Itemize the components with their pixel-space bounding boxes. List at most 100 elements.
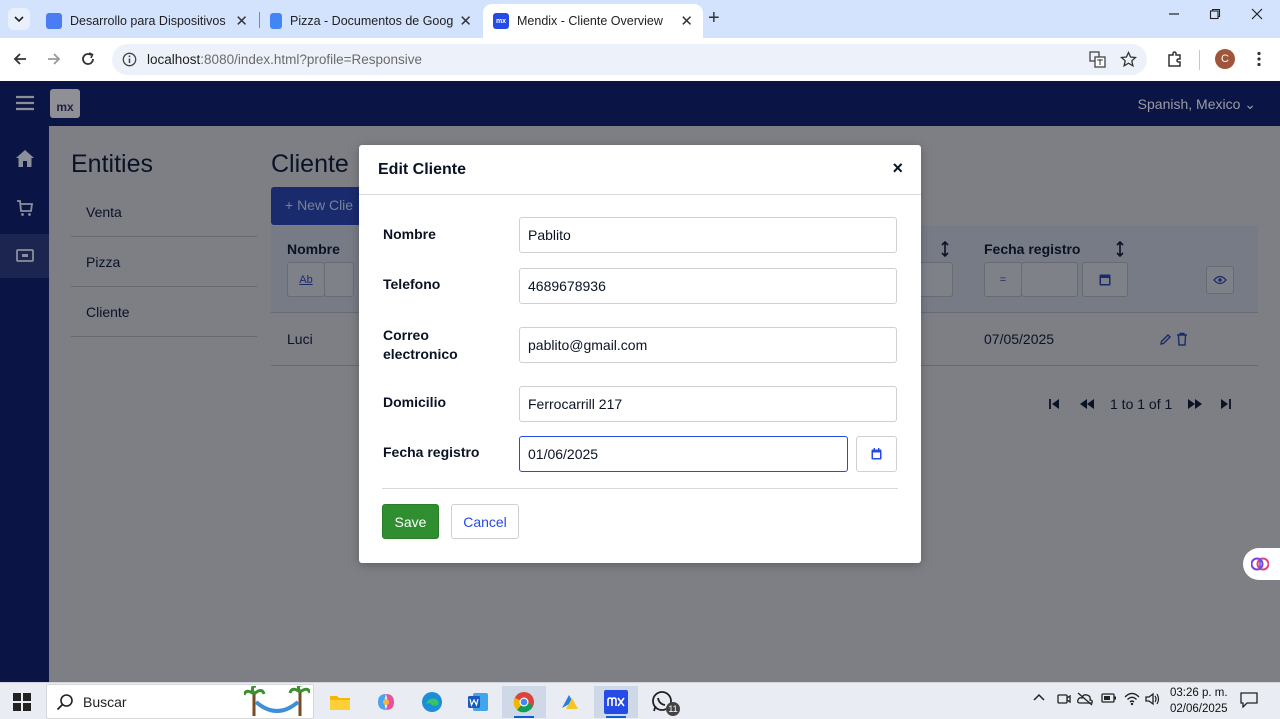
minimize-icon[interactable] [1168,8,1180,20]
cell-nombre: Luci [287,331,313,347]
filter-type-label: Ab [299,273,313,286]
correo-electronico-input[interactable] [519,327,897,363]
wifi-icon[interactable] [1124,692,1140,706]
close-window-icon[interactable] [1251,8,1263,20]
show-hidden-icons-chevron-icon[interactable] [1033,692,1045,704]
language-selector[interactable]: Spanish, Mexico ⌄ [1138,96,1256,113]
edit-pencil-icon[interactable] [1159,333,1172,346]
tab-pizza-docs[interactable]: Pizza - Documentos de Google ✕ [260,4,482,38]
file-explorer-icon[interactable] [318,686,362,718]
volume-icon[interactable] [1145,692,1161,706]
nombre-filter-input[interactable] [324,262,354,297]
tab-desarrollo[interactable]: Desarrollo para Dispositivos Int ✕ [36,4,258,38]
sort-icon[interactable] [1115,241,1125,257]
translate-icon[interactable] [1089,51,1106,68]
chrome-icon[interactable] [502,686,546,718]
label-correo-electronico: Correo electronico [383,327,458,362]
tab-search-button[interactable] [8,8,30,30]
cart-icon[interactable] [0,186,49,230]
next-page-icon[interactable] [1187,398,1203,410]
first-page-icon[interactable] [1049,398,1060,410]
whatsapp-icon[interactable]: 11 [640,686,684,718]
fecha-registro-input[interactable] [519,436,848,472]
search-placeholder: Buscar [83,693,127,710]
new-tab-button[interactable]: + [708,8,720,28]
label-telefono: Telefono [383,276,441,292]
sort-icon[interactable] [940,241,950,257]
edge-browser-icon[interactable] [410,686,454,718]
address-bar[interactable]: localhost:8080/index.html?profile=Respon… [112,44,1147,75]
close-icon[interactable]: × [892,158,903,179]
windows-start-icon[interactable] [13,693,31,711]
label-nombre: Nombre [383,226,436,242]
assistant-brain-icon[interactable] [1243,548,1280,580]
site-info-icon[interactable] [122,52,137,67]
date-filter-type-button[interactable]: = [984,262,1022,297]
bookmark-star-icon[interactable] [1120,51,1137,68]
onedrive-offline-icon[interactable] [1077,692,1093,706]
close-tab-icon[interactable]: ✕ [459,12,472,30]
close-tab-icon[interactable]: ✕ [235,12,248,30]
calendar-icon[interactable] [1082,262,1128,297]
url-text: localhost:8080/index.html?profile=Respon… [147,52,423,67]
sticky-app-icon[interactable] [548,686,592,718]
tab-title: Desarrollo para Dispositivos Int [70,14,230,28]
clock-date: 02/06/2025 [1170,703,1228,715]
word-icon[interactable] [456,686,500,718]
mendix-favicon-icon: mx [493,13,509,29]
column-header-nombre[interactable]: Nombre [287,241,340,257]
browser-toolbar: localhost:8080/index.html?profile=Respon… [0,38,1280,81]
pagination-status: 1 to 1 of 1 [1110,396,1173,412]
cancel-button[interactable]: Cancel [451,504,519,539]
entity-link-pizza[interactable]: Pizza [71,237,257,287]
close-tab-icon[interactable]: ✕ [680,12,693,30]
search-icon [56,694,73,711]
extensions-puzzle-icon[interactable] [1165,49,1185,69]
meet-now-icon[interactable] [1057,692,1071,706]
delete-trash-icon[interactable] [1176,332,1188,346]
system-clock[interactable]: 03:26 p. m. 02/06/2025 [1170,685,1228,717]
edit-cliente-dialog: Edit Cliente × Nombre Telefono Correo el… [359,145,921,563]
column-visibility-eye-icon[interactable] [1206,266,1234,294]
tab-title: Pizza - Documentos de Google [290,14,454,28]
entity-link-venta[interactable]: Venta [71,187,257,237]
page-title: Cliente [271,150,349,178]
profile-avatar[interactable]: C [1215,49,1235,69]
previous-page-icon[interactable] [1079,398,1095,410]
classroom-favicon-icon [46,13,62,29]
app-sidebar [0,126,49,682]
restore-icon[interactable] [1209,8,1221,20]
save-button[interactable]: Save [382,504,439,539]
last-page-icon[interactable] [1220,398,1231,410]
reload-icon[interactable] [78,49,98,69]
calendar-icon[interactable] [856,436,897,472]
beach-hammock-icon [244,686,310,716]
hamburger-menu-icon[interactable] [16,95,34,111]
google-docs-favicon-icon [270,13,282,29]
tab-title: Mendix - Cliente Overview [517,14,663,28]
clock-time: 03:26 p. m. [1170,687,1228,699]
dialog-header: Edit Cliente × [359,145,921,195]
tab-mendix-cliente[interactable]: mx Mendix - Cliente Overview ✕ [483,4,703,38]
entities-monitor-icon[interactable] [0,234,49,278]
dialog-divider [382,488,898,489]
back-arrow-icon[interactable] [10,49,30,69]
text-filter-button[interactable]: Ab [287,262,325,297]
forward-arrow-icon[interactable] [44,49,64,69]
taskbar-search-box[interactable]: Buscar [46,684,314,719]
domicilio-input[interactable] [519,386,897,422]
column-header-fecha-registro[interactable]: Fecha registro [984,241,1080,257]
browser-menu-icon[interactable] [1249,49,1269,69]
cell-fecha-registro: 07/05/2025 [984,331,1055,347]
active-indicator [606,716,626,718]
copilot-icon[interactable] [364,686,408,718]
home-icon[interactable] [0,136,49,180]
entity-link-cliente[interactable]: Cliente [71,287,257,337]
mendix-studio-icon[interactable] [594,686,638,718]
telefono-input[interactable] [519,268,897,304]
battery-icon[interactable] [1101,692,1117,704]
date-filter-input[interactable] [1021,262,1078,297]
notifications-icon[interactable] [1240,692,1258,708]
nombre-input[interactable] [519,217,897,253]
mendix-logo: mx [50,89,80,118]
